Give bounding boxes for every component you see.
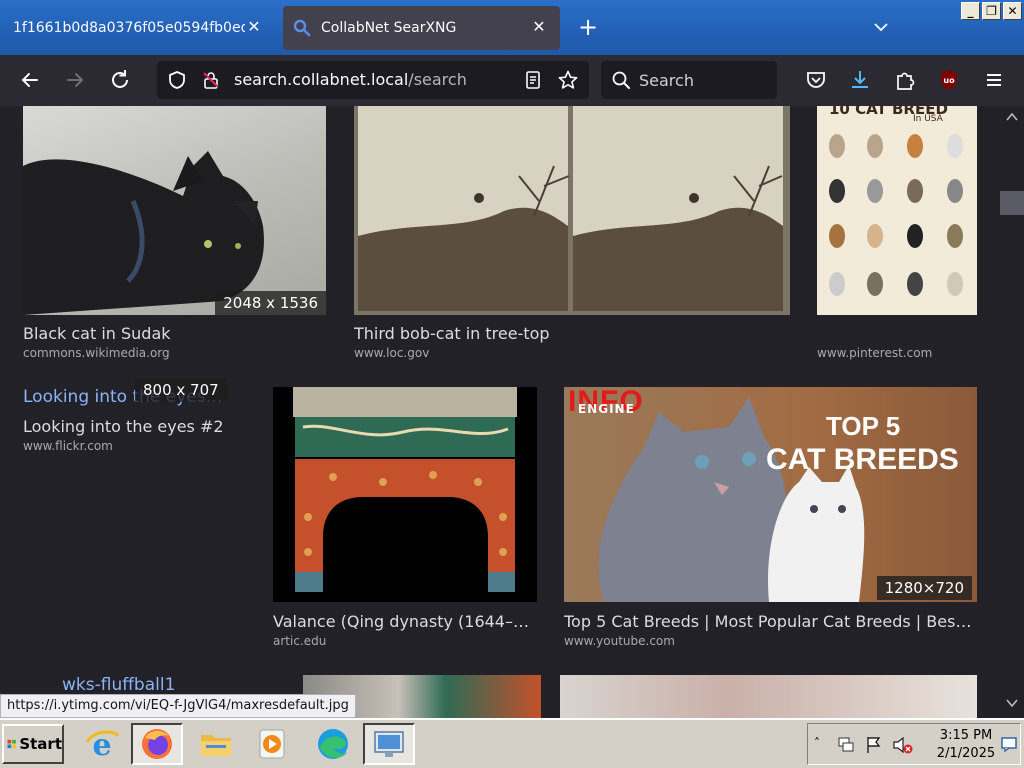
firefox-taskbar-button[interactable] — [131, 723, 183, 765]
ublock-origin-icon[interactable]: uo — [936, 67, 962, 93]
forward-arrow-icon[interactable] — [62, 67, 88, 93]
result-thumbnail[interactable] — [273, 387, 537, 602]
scroll-down-icon[interactable] — [1006, 698, 1018, 708]
image-dimensions-badge: 800 x 707 — [135, 378, 227, 402]
tab-strip: 1f1661b0d8a0376f05e0594fb0edd0b ✕ Collab… — [0, 0, 1024, 55]
edge-taskbar-button[interactable] — [307, 723, 359, 765]
show-hidden-icons-chevron-up-icon[interactable]: ˄ — [814, 736, 820, 750]
clock-date[interactable]: 2/1/2025 — [934, 746, 998, 761]
search-icon — [612, 71, 630, 89]
web-search-box[interactable] — [601, 61, 777, 99]
minimize-window-button[interactable]: _ — [961, 2, 980, 20]
poster-subheading: In USA — [913, 114, 943, 124]
result-thumbnail[interactable]: 2048 x 1536 — [23, 106, 326, 315]
tab-1-close-icon[interactable]: ✕ — [245, 18, 263, 36]
notifications-icon[interactable] — [1000, 735, 1018, 753]
result-source: artic.edu — [273, 634, 327, 648]
thumbnail-headline-bottom: CAT BREEDS — [766, 443, 959, 476]
tab-2-active[interactable]: CollabNet SearXNG ✕ — [283, 6, 560, 50]
scroll-up-icon[interactable] — [1006, 112, 1018, 122]
insecure-lock-icon[interactable] — [201, 70, 221, 90]
top-five-cat-breeds-thumbnail — [598, 397, 865, 602]
firefox-icon — [142, 729, 172, 759]
cat-breeds-poster-image — [829, 134, 963, 296]
tab-2-close-icon[interactable]: ✕ — [530, 18, 548, 36]
windows-logo-icon — [7, 739, 16, 749]
result-thumbnail[interactable] — [354, 106, 790, 315]
reload-icon[interactable] — [107, 67, 133, 93]
result-title[interactable]: Black cat in Sudak — [23, 324, 326, 343]
navigation-toolbar: search.collabnet.local/search uo — [0, 55, 1024, 106]
pocket-icon[interactable] — [803, 67, 829, 93]
internet-explorer-taskbar-button[interactable]: e — [76, 723, 128, 765]
media-player-taskbar-button[interactable] — [246, 723, 298, 765]
folder-icon — [201, 735, 231, 756]
hamburger-menu-icon[interactable] — [981, 67, 1007, 93]
stereograph-photo — [358, 106, 783, 311]
result-source: commons.wikimedia.org — [23, 346, 170, 360]
extensions-puzzle-icon[interactable] — [892, 67, 918, 93]
link-status-tooltip: https://i.ytimg.com/vi/EQ-f-JgVlG4/maxre… — [0, 694, 356, 718]
result-source: www.pinterest.com — [817, 346, 933, 360]
volume-muted-icon[interactable] — [892, 735, 914, 755]
url-text: search.collabnet.local/search — [234, 70, 467, 89]
image-dimensions-badge: 1280×720 — [876, 576, 972, 600]
svg-text:uo: uo — [943, 76, 955, 85]
reader-view-icon[interactable] — [523, 70, 543, 90]
file-explorer-taskbar-button[interactable] — [190, 723, 242, 765]
vertical-scrollbar[interactable] — [1000, 106, 1024, 718]
url-host: search.collabnet.local — [234, 70, 409, 89]
web-search-input[interactable] — [639, 69, 769, 91]
image-dimensions-badge: 2048 x 1536 — [215, 291, 326, 315]
result-thumbnail[interactable]: 10 CAT BREED In USA — [817, 106, 977, 315]
black-cat-photo — [23, 151, 264, 315]
internet-explorer-icon: e — [85, 728, 120, 762]
result-thumbnail[interactable] — [560, 675, 977, 718]
bookmark-star-icon[interactable] — [557, 69, 579, 91]
url-path: /search — [408, 70, 467, 89]
thumbnail-headline-top: TOP 5 — [826, 411, 901, 441]
remote-desktop-icon — [374, 731, 404, 757]
system-tray: ˄ 3:15 PM 2/1/2025 — [807, 723, 1021, 765]
start-label: Start — [19, 735, 62, 753]
result-title[interactable]: Valance (Qing dynasty (1644–191… — [273, 612, 537, 631]
back-arrow-icon[interactable] — [17, 67, 43, 93]
result-image-alt-link[interactable]: wks-fluffball1 — [62, 675, 262, 695]
result-thumbnail[interactable]: INFO ENGINE TOP 5 CAT BREEDS 1280×720 — [564, 387, 977, 602]
result-source: www.youtube.com — [564, 634, 675, 648]
scrollbar-thumb[interactable] — [1000, 191, 1024, 215]
tracking-shield-icon[interactable] — [167, 70, 187, 90]
result-source: www.flickr.com — [23, 439, 113, 453]
close-window-button[interactable]: ✕ — [1003, 2, 1022, 20]
clock-time[interactable]: 3:15 PM — [934, 728, 998, 743]
tab-list-chevron-down-icon[interactable] — [870, 16, 892, 38]
network-icon[interactable] — [836, 735, 856, 755]
downloads-icon[interactable] — [847, 67, 873, 93]
tab-1[interactable]: 1f1661b0d8a0376f05e0594fb0edd0b ✕ — [0, 6, 275, 50]
new-tab-plus-icon[interactable]: + — [575, 14, 601, 40]
media-player-icon — [259, 729, 285, 759]
valance-textile-photo — [293, 387, 517, 592]
windows-taskbar: Start e ˄ 3:15 PM 2/1/2025 — [0, 718, 1024, 768]
address-bar[interactable]: search.collabnet.local/search — [157, 61, 589, 99]
result-title[interactable]: Top 5 Cat Breeds | Most Popular Cat Bree… — [564, 612, 977, 631]
result-title[interactable]: Third bob-cat in tree-top — [354, 324, 790, 343]
restore-window-button[interactable]: ❐ — [982, 2, 1001, 20]
edge-icon — [318, 729, 348, 759]
remote-desktop-taskbar-button[interactable] — [363, 723, 415, 765]
tab-1-title: 1f1661b0d8a0376f05e0594fb0edd0b — [13, 20, 245, 36]
tab-2-title: CollabNet SearXNG — [321, 20, 457, 36]
image-results-grid: 2048 x 1536 Black cat in Sudak commons.w… — [0, 106, 1000, 718]
window-controls: _ ❐ ✕ — [961, 2, 1022, 20]
searxng-favicon-icon — [293, 19, 311, 37]
start-button[interactable]: Start — [2, 724, 64, 764]
result-source: www.loc.gov — [354, 346, 430, 360]
result-title[interactable]: Looking into the eyes #2 — [23, 417, 253, 436]
action-center-flag-icon[interactable] — [864, 735, 884, 755]
engine-logo-text: ENGINE — [578, 402, 635, 416]
